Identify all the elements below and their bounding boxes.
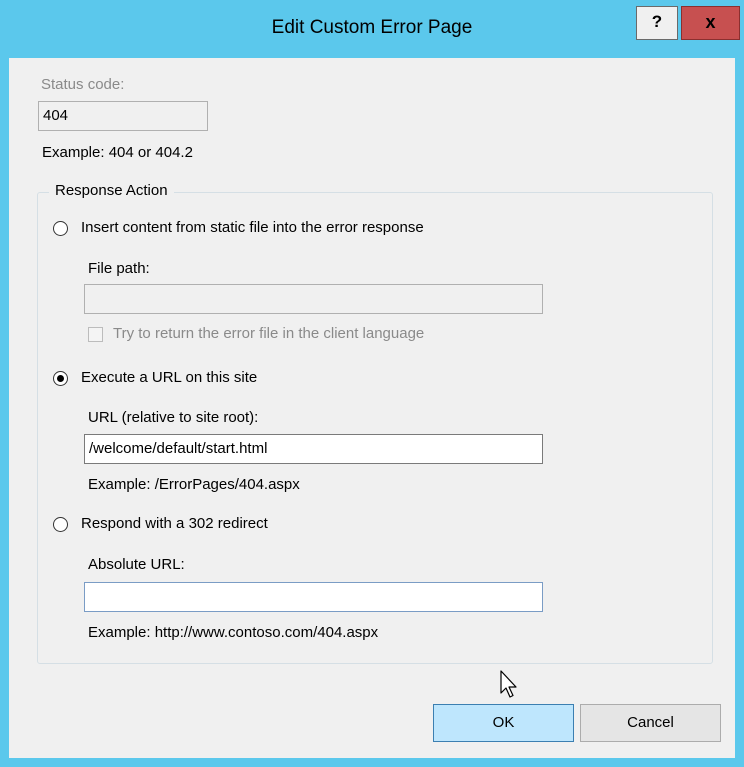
edit-custom-error-page-dialog: Edit Custom Error Page ? x Status code: … [0, 0, 744, 767]
absolute-url-label: Absolute URL: [88, 556, 185, 573]
status-code-label: Status code: [41, 76, 125, 93]
execute-url-radio[interactable] [53, 371, 68, 386]
status-code-field[interactable]: 404 [38, 101, 208, 131]
cancel-button[interactable]: Cancel [580, 704, 721, 742]
file-path-label: File path: [88, 260, 150, 277]
ok-button[interactable]: OK [433, 704, 574, 742]
help-button[interactable]: ? [636, 6, 678, 40]
url-example: Example: /ErrorPages/404.aspx [88, 476, 300, 493]
absolute-url-example: Example: http://www.contoso.com/404.aspx [88, 624, 379, 641]
client-language-checkbox[interactable] [88, 327, 103, 342]
static-file-radio[interactable] [53, 221, 68, 236]
client-language-label[interactable]: Try to return the error file in the clie… [113, 325, 424, 342]
file-path-field[interactable] [84, 284, 543, 314]
url-label: URL (relative to site root): [88, 409, 259, 426]
close-button[interactable]: x [681, 6, 740, 40]
execute-url-option-label[interactable]: Execute a URL on this site [81, 369, 257, 386]
redirect-option-label[interactable]: Respond with a 302 redirect [81, 515, 268, 532]
static-file-option-label[interactable]: Insert content from static file into the… [81, 219, 424, 236]
arrow-pointer-icon [500, 670, 517, 698]
redirect-radio[interactable] [53, 517, 68, 532]
window-title: Edit Custom Error Page [271, 17, 473, 38]
absolute-url-field[interactable] [84, 582, 543, 612]
response-action-title: Response Action [49, 182, 174, 199]
dialog-client-area: Status code: 404 Example: 404 or 404.2 R… [9, 58, 735, 758]
status-code-example: Example: 404 or 404.2 [42, 144, 193, 161]
url-field[interactable]: /welcome/default/start.html [84, 434, 543, 464]
title-bar[interactable]: Edit Custom Error Page ? x [0, 0, 744, 58]
